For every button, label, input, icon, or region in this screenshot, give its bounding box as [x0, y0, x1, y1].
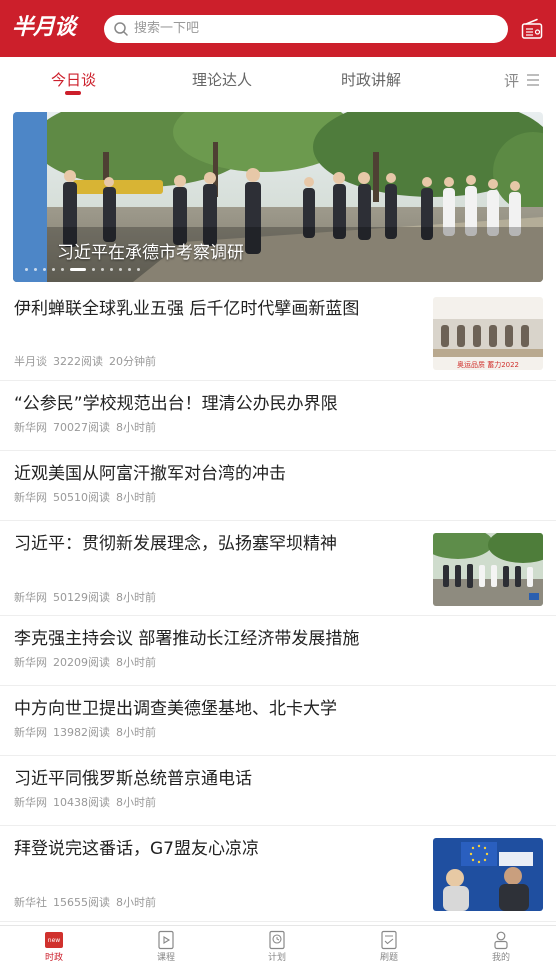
- news-icon: new: [45, 932, 63, 948]
- news-time: 8小时前: [116, 421, 156, 434]
- news-title: 习近平：贯彻新发展理念，弘扬塞罕坝精神: [14, 534, 337, 554]
- nav-label: 时政: [44, 953, 63, 963]
- news-reads: 20209阅读: [53, 656, 110, 669]
- news-source: 新华网: [14, 591, 47, 604]
- news-time: 8小时前: [116, 796, 156, 809]
- news-item[interactable]: 习近平同俄罗斯总统普京通电话 新华网 10438阅读 8小时前: [0, 756, 556, 826]
- news-title: 中方向世卫提出调查美德堡基地、北卡大学: [14, 699, 337, 719]
- news-time: 20分钟前: [109, 355, 156, 368]
- news-reads: 50510阅读: [53, 491, 110, 504]
- tab-today[interactable]: 今日谈: [51, 69, 96, 91]
- carousel-dot[interactable]: [25, 268, 28, 271]
- quiz-icon: [381, 930, 397, 950]
- news-time: 8小时前: [116, 896, 156, 909]
- news-time: 8小时前: [116, 726, 156, 739]
- news-reads: 15655阅读: [53, 896, 110, 909]
- news-title: “公参民”学校规范出台！理清公办民办界限: [14, 394, 338, 414]
- nav-quiz[interactable]: 刷题: [359, 930, 419, 963]
- carousel-dot[interactable]: [110, 268, 113, 271]
- news-source: 新华网: [14, 656, 47, 669]
- carousel-dot[interactable]: [34, 268, 37, 271]
- news-source: 新华社: [14, 896, 47, 909]
- carousel-dot[interactable]: [61, 268, 64, 271]
- news-item[interactable]: 拜登说完这番话，G7盟友心凉凉 新华社 15655阅读 8小时前: [0, 826, 556, 922]
- news-reads: 13982阅读: [53, 726, 110, 739]
- news-source: 新华网: [14, 421, 47, 434]
- carousel-dot[interactable]: [92, 268, 95, 271]
- nav-plan[interactable]: 计划: [247, 930, 307, 963]
- banner-carousel[interactable]: 习近平在承德市考察调研: [13, 112, 543, 282]
- banner-caption: 习近平在承德市考察调研: [57, 243, 244, 263]
- news-reads: 70027阅读: [53, 421, 110, 434]
- news-source: 新华网: [14, 491, 47, 504]
- nav-news[interactable]: new 时政: [24, 930, 84, 963]
- active-tab-indicator: [65, 91, 81, 95]
- news-item[interactable]: 近观美国从阿富汗撤军对台湾的冲击 新华网 50510阅读 8小时前: [0, 451, 556, 521]
- news-item[interactable]: 中方向世卫提出调查美德堡基地、北卡大学 新华网 13982阅读 8小时前: [0, 686, 556, 756]
- news-item[interactable]: 伊利蝉联全球乳业五强 后千亿时代擘画新蓝图 半月谈 3222阅读 20分钟前 奥运品…: [0, 288, 556, 381]
- news-reads: 10438阅读: [53, 796, 110, 809]
- svg-text:new: new: [48, 937, 60, 944]
- nav-label: 课程: [156, 953, 175, 963]
- news-item[interactable]: 李克强主持会议 部署推动长江经济带发展措施 新华网 20209阅读 8小时前: [0, 616, 556, 686]
- nav-label: 我的: [491, 953, 510, 963]
- news-source: 半月谈: [14, 355, 47, 368]
- app-logo[interactable]: 半月谈: [12, 12, 76, 44]
- thumbnail-caption: 奥运品质 蓄力2022: [457, 360, 519, 369]
- carousel-dot[interactable]: [101, 268, 104, 271]
- top-bar: 半月谈 搜索一下吧: [0, 0, 556, 57]
- nav-profile[interactable]: 我的: [471, 930, 531, 963]
- nav-course[interactable]: 课程: [136, 930, 196, 963]
- news-title: 习近平同俄罗斯总统普京通电话: [14, 769, 252, 789]
- news-meta: 半月谈 3222阅读 20分钟前: [14, 355, 162, 369]
- tab-comment[interactable]: 评: [504, 71, 519, 91]
- channel-tabs: 今日谈 理论达人 时政讲解 评: [0, 57, 556, 105]
- news-meta: 新华网 13982阅读 8小时前: [14, 726, 162, 740]
- nav-label: 刷题: [379, 953, 398, 963]
- news-thumbnail: [433, 838, 543, 911]
- news-thumbnail: 奥运品质 蓄力2022: [433, 297, 543, 370]
- news-meta: 新华网 20209阅读 8小时前: [14, 656, 162, 670]
- news-meta: 新华网 10438阅读 8小时前: [14, 796, 162, 810]
- profile-icon: [494, 931, 508, 950]
- news-meta: 新华网 70027阅读 8小时前: [14, 421, 162, 435]
- news-time: 8小时前: [116, 591, 156, 604]
- news-time: 8小时前: [116, 656, 156, 669]
- menu-icon[interactable]: [526, 73, 540, 87]
- news-item[interactable]: 习近平：贯彻新发展理念，弘扬塞罕坝精神 新华网 50129阅读 8小时前: [0, 521, 556, 616]
- carousel-dot[interactable]: [128, 268, 131, 271]
- search-placeholder: 搜索一下吧: [134, 21, 200, 36]
- tab-politics[interactable]: 时政讲解: [341, 69, 401, 91]
- course-icon: [158, 930, 174, 950]
- carousel-dot[interactable]: [43, 268, 46, 271]
- carousel-dot[interactable]: [52, 268, 55, 271]
- nav-label: 计划: [267, 953, 286, 963]
- news-meta: 新华网 50129阅读 8小时前: [14, 591, 162, 605]
- news-time: 8小时前: [116, 491, 156, 504]
- carousel-dot-active[interactable]: [70, 268, 86, 271]
- carousel-dot[interactable]: [137, 268, 140, 271]
- news-title: 李克强主持会议 部署推动长江经济带发展措施: [14, 629, 360, 649]
- news-title: 伊利蝉联全球乳业五强 后千亿时代擘画新蓝图: [14, 299, 360, 319]
- news-item[interactable]: “公参民”学校规范出台！理清公办民办界限 新华网 70027阅读 8小时前: [0, 381, 556, 451]
- news-title: 拜登说完这番话，G7盟友心凉凉: [14, 839, 259, 859]
- search-icon: [114, 22, 128, 36]
- news-reads: 3222阅读: [53, 355, 103, 368]
- search-bar[interactable]: 搜索一下吧: [104, 15, 508, 43]
- news-reads: 50129阅读: [53, 591, 110, 604]
- plan-icon: [269, 930, 285, 950]
- news-meta: 新华网 50510阅读 8小时前: [14, 491, 162, 505]
- tab-theory[interactable]: 理论达人: [192, 69, 252, 91]
- radio-icon[interactable]: [521, 18, 543, 40]
- carousel-dot[interactable]: [119, 268, 122, 271]
- news-source: 新华网: [14, 726, 47, 739]
- news-thumbnail: [433, 533, 543, 606]
- news-meta: 新华社 15655阅读 8小时前: [14, 896, 162, 910]
- news-title: 近观美国从阿富汗撤军对台湾的冲击: [14, 464, 286, 484]
- news-source: 新华网: [14, 796, 47, 809]
- bottom-nav: new 时政 课程 计划 刷题 我的: [0, 925, 556, 967]
